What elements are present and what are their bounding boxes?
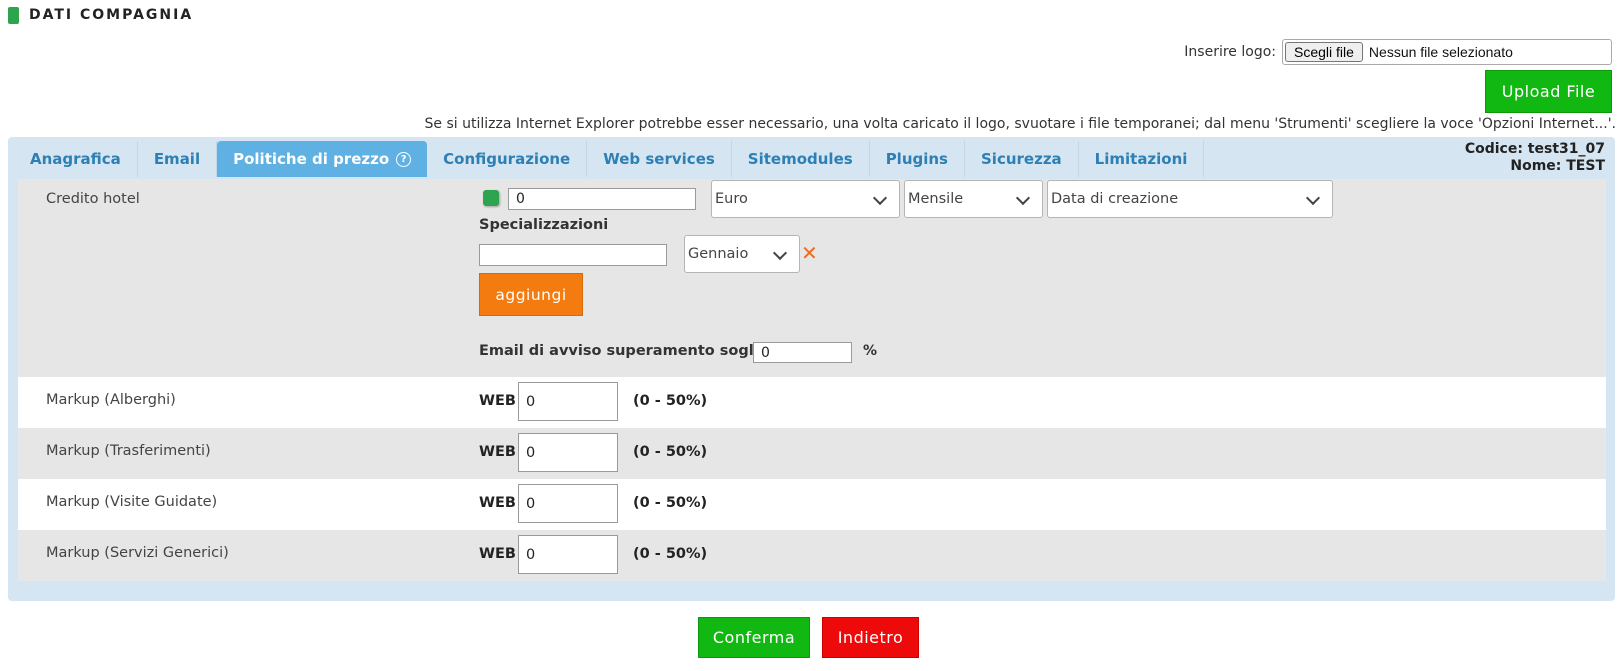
channel-label: WEB (479, 444, 516, 460)
credit-amount-input[interactable]: 0 (508, 188, 696, 210)
markup-row-alberghi: Markup (Alberghi) WEB 0 (0 - 50%) (18, 377, 1606, 428)
channel-label: WEB (479, 495, 516, 511)
page-title: DATI COMPAGNIA (29, 7, 194, 23)
markup-row-visite-guidate: Markup (Visite Guidate) WEB 0 (0 - 50%) (18, 479, 1606, 530)
tab-bar: Anagrafica Email Politiche di prezzo ? C… (14, 141, 1205, 177)
month-value: Gennaio (688, 246, 749, 262)
credit-hotel-row: Credito hotel 0 Euro Mensile Data di cre… (18, 179, 1606, 377)
markup-range: (0 - 50%) (633, 393, 708, 409)
markup-input[interactable]: 0 (518, 382, 618, 421)
tab-anagrafica[interactable]: Anagrafica (14, 141, 138, 177)
month-select[interactable]: Gennaio (684, 235, 800, 273)
tab-content: Credito hotel 0 Euro Mensile Data di cre… (18, 179, 1606, 581)
company-info: Codice: test31_07 Nome: TEST (1465, 141, 1605, 175)
channel-label: WEB (479, 393, 516, 409)
credit-hotel-label: Credito hotel (46, 191, 140, 207)
date-type-select[interactable]: Data di creazione (1047, 180, 1333, 218)
credit-enabled-checkbox[interactable] (483, 190, 499, 206)
title-marker (8, 6, 19, 24)
back-button[interactable]: Indietro (822, 617, 919, 658)
tab-email[interactable]: Email (138, 141, 218, 177)
ie-note: Se si utilizza Internet Explorer potrebb… (424, 116, 1616, 132)
date-type-value: Data di creazione (1051, 191, 1179, 207)
threshold-input[interactable]: 0 (753, 342, 852, 363)
threshold-label: Email di avviso superamento soglia a (479, 343, 784, 359)
markup-label: Markup (Alberghi) (46, 392, 176, 408)
logo-file-input[interactable]: Scegli file Nessun file selezionato (1282, 39, 1612, 65)
channel-label: WEB (479, 546, 516, 562)
tab-politiche-di-prezzo[interactable]: Politiche di prezzo ? (217, 141, 428, 177)
company-code: Codice: test31_07 (1464, 141, 1605, 157)
threshold-unit: % (863, 343, 878, 359)
period-select[interactable]: Mensile (904, 180, 1043, 218)
chevron-down-icon (1305, 190, 1321, 206)
specialization-input[interactable] (479, 244, 667, 266)
help-icon[interactable]: ? (396, 151, 412, 167)
specializations-label: Specializzazioni (479, 217, 609, 233)
tab-panel: Anagrafica Email Politiche di prezzo ? C… (8, 137, 1615, 601)
currency-select[interactable]: Euro (711, 180, 900, 218)
tab-plugins[interactable]: Plugins (870, 141, 965, 177)
tab-limitazioni[interactable]: Limitazioni (1079, 141, 1205, 177)
tab-sitemodules[interactable]: Sitemodules (732, 141, 870, 177)
tab-web-services[interactable]: Web services (587, 141, 732, 177)
chevron-down-icon (1015, 190, 1031, 206)
tab-sicurezza[interactable]: Sicurezza (965, 141, 1079, 177)
logo-label: Inserire logo: (1184, 44, 1276, 60)
company-name: Nome: TEST (1510, 158, 1605, 174)
markup-row-servizi-generici: Markup (Servizi Generici) WEB 0 (0 - 50%… (18, 530, 1606, 581)
markup-range: (0 - 50%) (633, 444, 708, 460)
chevron-down-icon (772, 245, 788, 261)
markup-label: Markup (Trasferimenti) (46, 443, 211, 459)
period-value: Mensile (908, 191, 964, 207)
confirm-button[interactable]: Conferma (698, 617, 810, 658)
markup-range: (0 - 50%) (633, 495, 708, 511)
markup-label: Markup (Servizi Generici) (46, 545, 229, 561)
logo-upload-row: Inserire logo: Scegli file Nessun file s… (1184, 39, 1612, 65)
chevron-down-icon (872, 190, 888, 206)
markup-input[interactable]: 0 (518, 433, 618, 472)
markup-input[interactable]: 0 (518, 535, 618, 574)
upload-file-button[interactable]: Upload File (1485, 70, 1612, 113)
tab-label: Politiche di prezzo (233, 150, 390, 168)
file-status: Nessun file selezionato (1368, 44, 1513, 60)
choose-file-button[interactable]: Scegli file (1285, 42, 1363, 62)
close-icon[interactable]: ✕ (801, 241, 818, 265)
page-header: DATI COMPAGNIA (8, 6, 193, 24)
tab-configurazione[interactable]: Configurazione (427, 141, 588, 177)
currency-value: Euro (715, 191, 748, 207)
markup-range: (0 - 50%) (633, 546, 708, 562)
add-button[interactable]: aggiungi (479, 273, 583, 316)
markup-label: Markup (Visite Guidate) (46, 494, 218, 510)
markup-input[interactable]: 0 (518, 484, 618, 523)
markup-row-trasferimenti: Markup (Trasferimenti) WEB 0 (0 - 50%) (18, 428, 1606, 479)
